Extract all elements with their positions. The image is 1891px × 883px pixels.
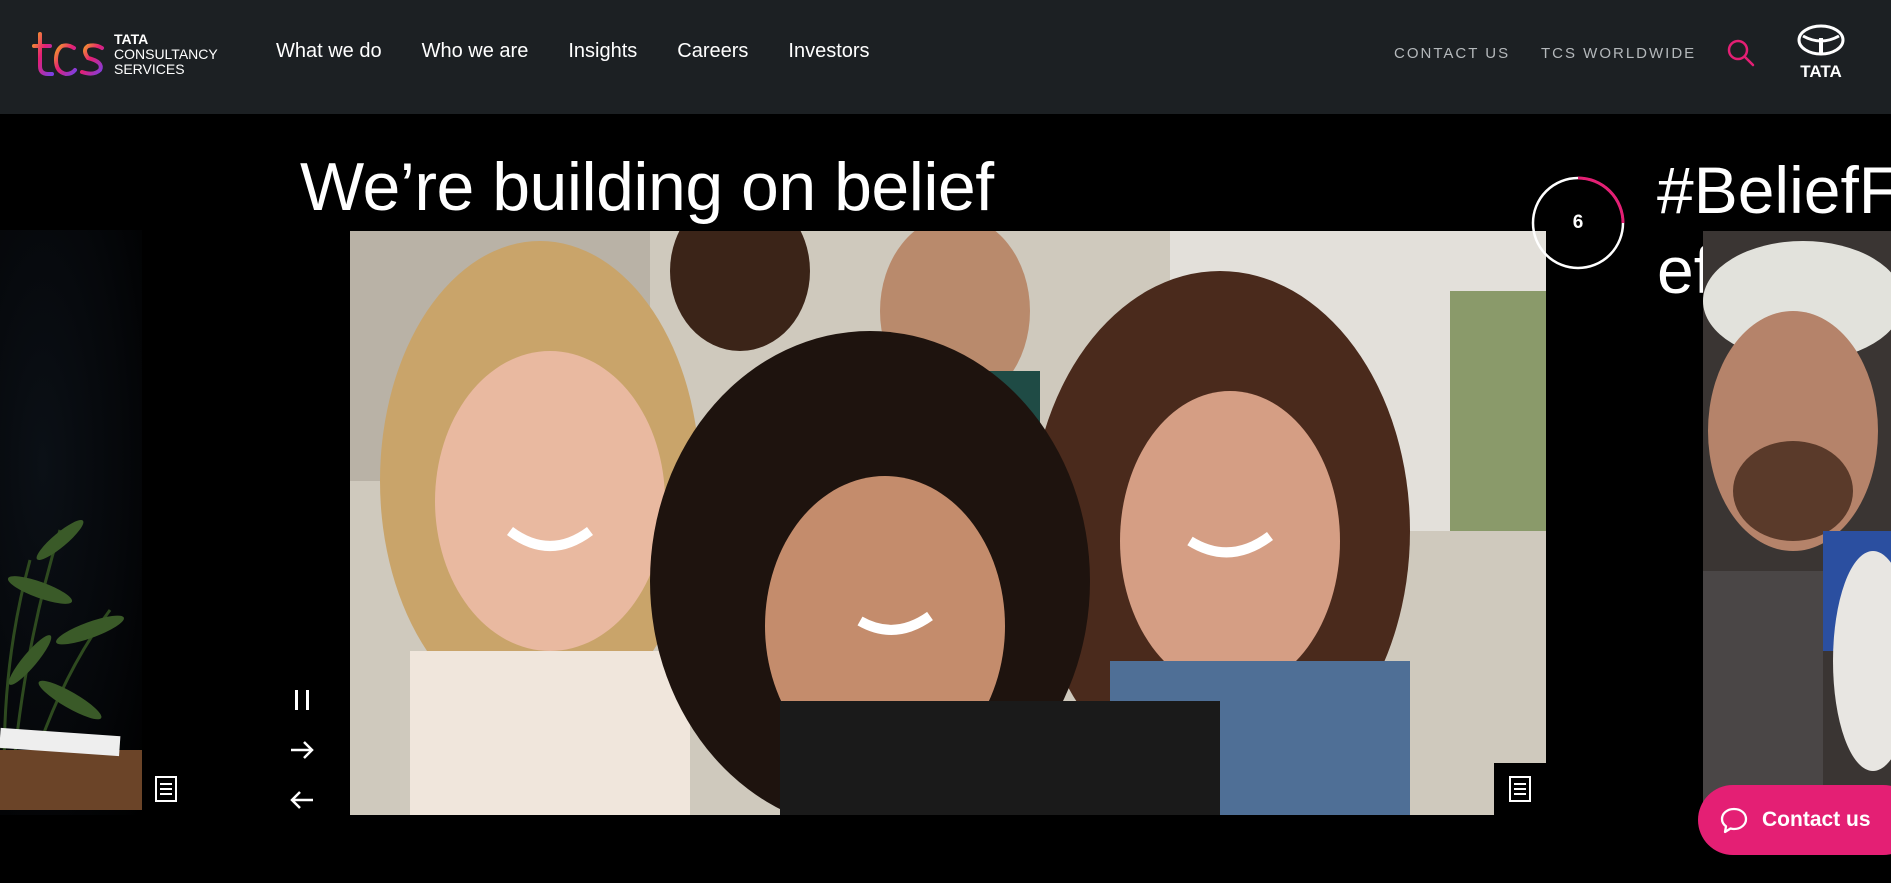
chat-bubble-icon bbox=[1720, 807, 1748, 834]
nav-item-who-we-are[interactable]: Who we are bbox=[422, 40, 529, 63]
arrow-left-icon[interactable] bbox=[286, 784, 318, 816]
hero-title: We’re building on belief bbox=[300, 149, 994, 225]
contact-us-label: Contact us bbox=[1762, 808, 1871, 831]
next-slide-image[interactable] bbox=[1703, 231, 1891, 815]
nav-item-careers[interactable]: Careers bbox=[677, 40, 748, 63]
logo-line-2: CONSULTANCY bbox=[114, 45, 218, 62]
logo-line-3: SERVICES bbox=[114, 60, 185, 77]
slide-counter: 6 bbox=[1572, 212, 1584, 233]
document-icon bbox=[1509, 776, 1531, 802]
contact-us-floating-button[interactable]: Contact us bbox=[1698, 785, 1891, 855]
logo-text: TATA CONSULTANCY SERVICES bbox=[114, 30, 218, 77]
contact-us-link[interactable]: CONTACT US bbox=[1394, 45, 1510, 62]
tcs-logo[interactable]: TATA CONSULTANCY SERVICES bbox=[32, 28, 227, 80]
next-slide-title-line-1: #BeliefF bbox=[1657, 153, 1891, 227]
nav-item-insights[interactable]: Insights bbox=[568, 40, 637, 63]
tata-logo[interactable]: TATA bbox=[1790, 24, 1852, 80]
caption-document-icon[interactable] bbox=[153, 775, 179, 803]
logo-line-1: TATA bbox=[114, 30, 149, 47]
search-icon[interactable] bbox=[1726, 38, 1756, 68]
hero-slide-image[interactable] bbox=[350, 231, 1546, 815]
tcs-worldwide-link[interactable]: TCS WORLDWIDE bbox=[1541, 45, 1696, 62]
previous-slide-image[interactable] bbox=[0, 230, 142, 815]
friends-selfie-photo bbox=[350, 231, 1546, 815]
nav-item-what-we-do[interactable]: What we do bbox=[276, 40, 382, 63]
arrow-right-icon[interactable] bbox=[286, 734, 318, 766]
plant-image bbox=[0, 519, 142, 810]
main-nav: What we do Who we are Insights Careers I… bbox=[276, 40, 910, 63]
carousel-controls bbox=[286, 684, 318, 834]
man-with-cap-photo bbox=[1703, 231, 1891, 815]
site-header: TATA CONSULTANCY SERVICES What we do Who… bbox=[0, 0, 1891, 114]
nav-item-investors[interactable]: Investors bbox=[788, 40, 869, 63]
caption-button[interactable] bbox=[1494, 763, 1546, 815]
pause-icon[interactable] bbox=[286, 684, 318, 716]
tata-logo-text: TATA bbox=[1800, 62, 1842, 80]
tcs-logo-mark bbox=[32, 32, 104, 77]
